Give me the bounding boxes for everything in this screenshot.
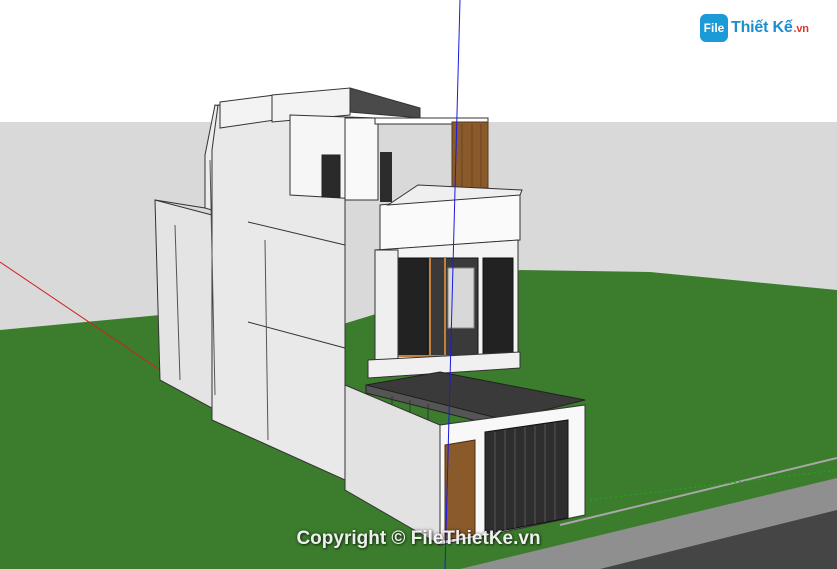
scene-canvas[interactable] <box>0 0 837 569</box>
logo-suffix: .vn <box>793 23 810 35</box>
second-floor-window-left <box>397 257 429 357</box>
wood-door <box>444 439 476 541</box>
garage-shutter <box>484 419 569 535</box>
site-logo: File Thiết Kế.vn <box>700 12 809 44</box>
wood-slats <box>451 121 489 189</box>
third-floor-opening <box>380 152 392 202</box>
third-floor-frame <box>344 117 379 201</box>
logo-badge: File <box>700 14 728 42</box>
copyright-watermark: Copyright © FileThietKe.vn <box>296 528 541 549</box>
model-viewport[interactable]: File Thiết Kế.vn Copyright © FileThietKe… <box>0 0 837 569</box>
logo-text: Thiết Kế.vn <box>731 19 809 37</box>
second-floor-column <box>374 249 399 363</box>
second-floor-window-right <box>482 257 514 357</box>
third-floor-window <box>321 154 341 198</box>
logo-name: Thiết Kế <box>731 19 793 36</box>
